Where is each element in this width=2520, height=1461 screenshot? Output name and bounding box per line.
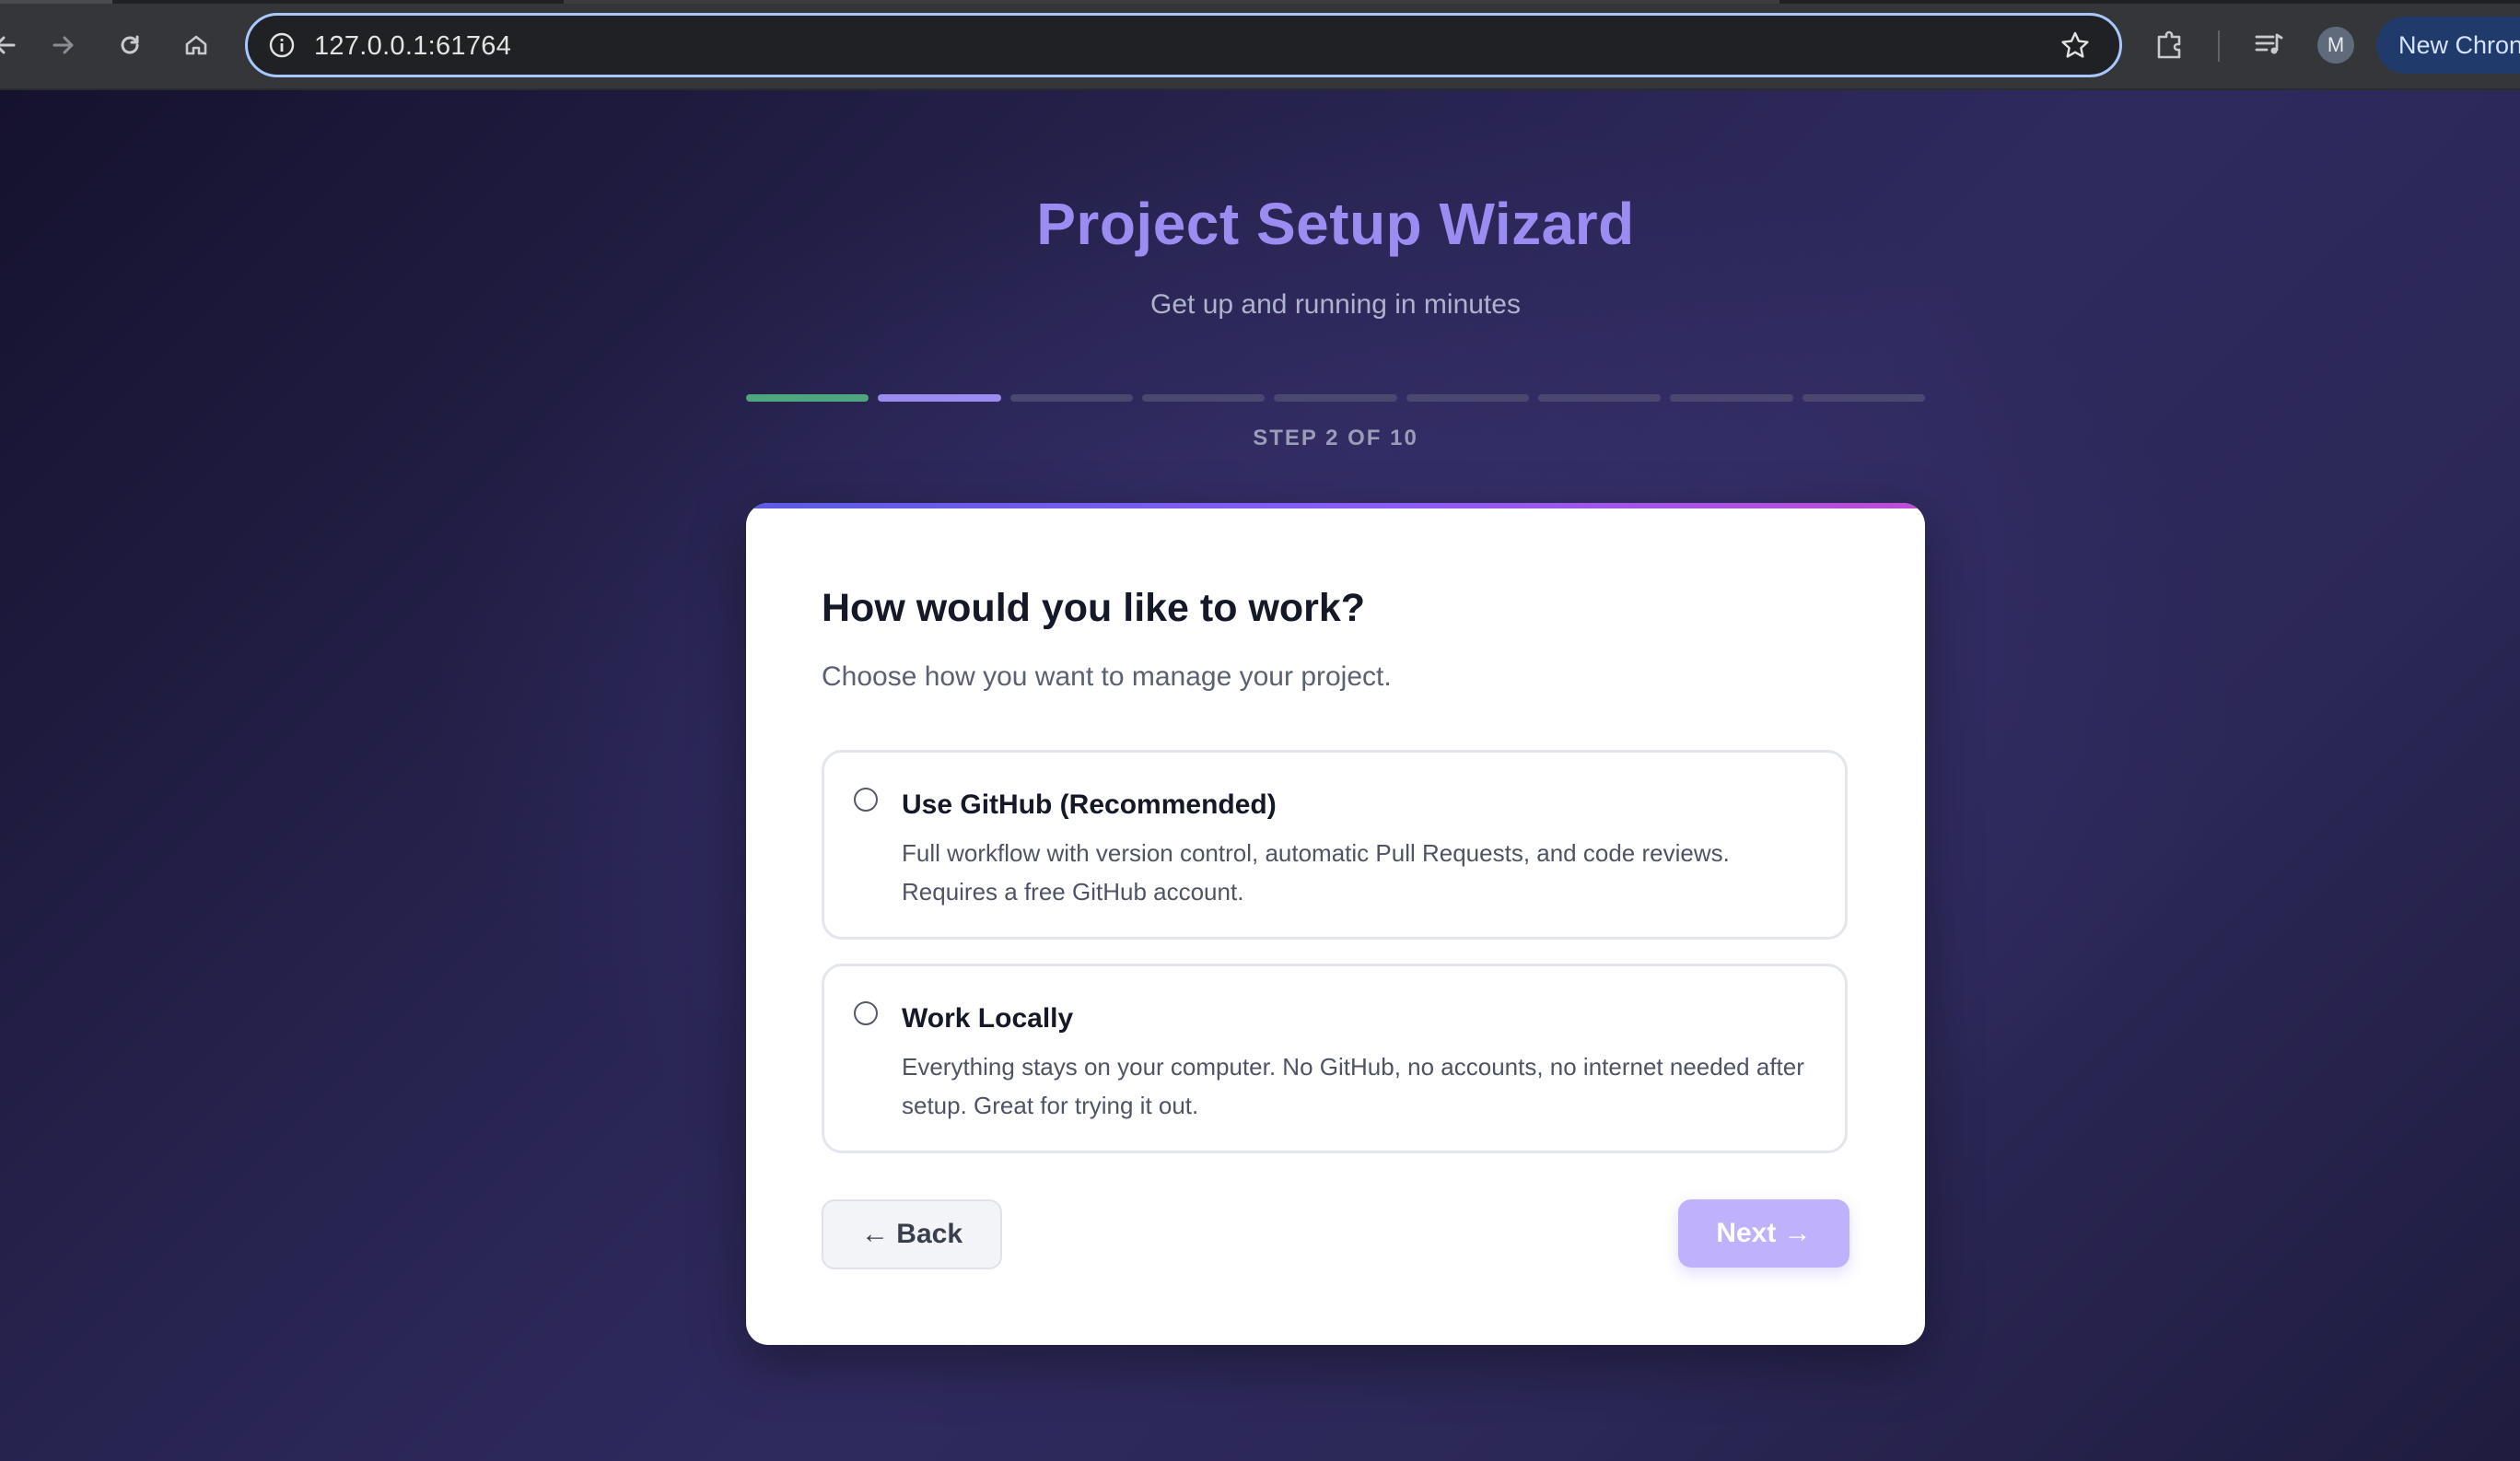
option-local[interactable]: Work Locally Everything stays on your co…	[822, 964, 1848, 1153]
tab-active[interactable]	[0, 0, 112, 4]
back-button[interactable]: ← Back	[822, 1199, 1002, 1269]
card-description: Choose how you want to manage your proje…	[822, 661, 1392, 692]
address-bar[interactable]: 127.0.0.1:61764	[245, 13, 2122, 77]
new-chrome-button[interactable]: New Chron	[2376, 17, 2520, 74]
card-accent-bar	[746, 503, 1925, 508]
page-background: Project Setup Wizard Get up and running …	[0, 90, 2520, 1461]
page-subtitle: Get up and running in minutes	[1150, 289, 1521, 320]
info-icon[interactable]	[268, 31, 296, 59]
browser-toolbar: 127.0.0.1:61764 M New Chron	[0, 0, 2520, 90]
progress-segment	[746, 394, 869, 402]
page-title: Project Setup Wizard	[1036, 191, 1635, 257]
card-heading: How would you like to work?	[822, 586, 1366, 630]
progress-segment	[1802, 394, 1925, 402]
step-label: STEP 2 OF 10	[1253, 426, 1418, 450]
option-github-title: Use GitHub (Recommended)	[902, 789, 1277, 820]
toolbar-divider	[2218, 30, 2220, 62]
progress-segment	[1009, 394, 1133, 402]
forward-arrow-icon[interactable]	[42, 24, 85, 66]
radio-local[interactable]	[854, 1001, 878, 1025]
option-local-description: Everything stays on your computer. No Gi…	[902, 1053, 1804, 1119]
step-progress-bar	[746, 394, 1925, 403]
progress-segment	[1670, 394, 1793, 402]
progress-segment	[1274, 394, 1397, 402]
radio-github[interactable]	[854, 788, 878, 812]
progress-segment	[1537, 394, 1662, 402]
home-icon[interactable]	[175, 24, 217, 66]
avatar-initial: M	[2327, 33, 2345, 56]
next-button[interactable]: Next →	[1678, 1199, 1849, 1268]
wizard-card: How would you like to work? Choose how y…	[746, 503, 1925, 1345]
back-arrow-icon[interactable]	[0, 24, 26, 66]
media-icon[interactable]	[2251, 28, 2286, 63]
reload-icon[interactable]	[109, 24, 151, 66]
option-github-description: Full workflow with version control, auto…	[902, 839, 1730, 906]
progress-segment	[1141, 394, 1266, 402]
star-icon[interactable]	[2059, 29, 2092, 62]
url-text: 127.0.0.1:61764	[314, 31, 512, 61]
avatar[interactable]: M	[2317, 27, 2354, 64]
progress-segment	[878, 394, 1001, 402]
extensions-icon[interactable]	[2152, 26, 2188, 63]
option-github[interactable]: Use GitHub (Recommended) Full workflow w…	[822, 750, 1848, 940]
new-chrome-label: New Chron	[2398, 30, 2520, 59]
option-local-title: Work Locally	[902, 1003, 1074, 1034]
progress-segment	[1406, 394, 1529, 402]
tab-strip	[0, 0, 2520, 4]
tab-inactive[interactable]	[564, 0, 1779, 4]
